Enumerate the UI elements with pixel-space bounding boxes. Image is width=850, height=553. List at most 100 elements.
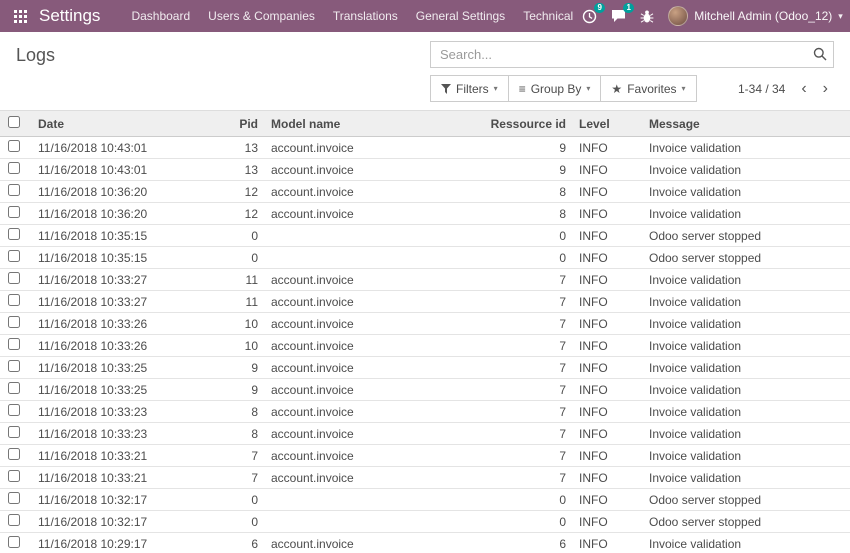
row-checkbox-cell[interactable] bbox=[0, 203, 28, 225]
cell-ressource-id: 7 bbox=[438, 269, 570, 291]
column-header-model-name[interactable]: Model name bbox=[262, 111, 438, 137]
row-checkbox-cell[interactable] bbox=[0, 357, 28, 379]
row-checkbox[interactable] bbox=[8, 382, 20, 394]
row-checkbox[interactable] bbox=[8, 184, 20, 196]
row-checkbox-cell[interactable] bbox=[0, 137, 28, 159]
row-checkbox-cell[interactable] bbox=[0, 445, 28, 467]
table-row[interactable]: 11/16/2018 10:35:1500INFOOdoo server sto… bbox=[0, 225, 850, 247]
table-row[interactable]: 11/16/2018 10:33:2610account.invoice7INF… bbox=[0, 335, 850, 357]
cell-message: Invoice validation bbox=[640, 445, 850, 467]
row-checkbox[interactable] bbox=[8, 448, 20, 460]
cell-message: Invoice validation bbox=[640, 335, 850, 357]
pager-previous-button[interactable]: ‹ bbox=[795, 81, 812, 97]
column-header-pid[interactable]: Pid bbox=[220, 111, 262, 137]
row-checkbox[interactable] bbox=[8, 536, 20, 548]
table-row[interactable]: 11/16/2018 10:33:2711account.invoice7INF… bbox=[0, 291, 850, 313]
select-all-checkbox[interactable] bbox=[8, 116, 20, 128]
row-checkbox[interactable] bbox=[8, 470, 20, 482]
table-row[interactable]: 11/16/2018 10:33:2711account.invoice7INF… bbox=[0, 269, 850, 291]
select-all-cell[interactable] bbox=[0, 111, 28, 137]
row-checkbox[interactable] bbox=[8, 228, 20, 240]
table-row[interactable]: 11/16/2018 10:36:2012account.invoice8INF… bbox=[0, 181, 850, 203]
row-checkbox[interactable] bbox=[8, 492, 20, 504]
table-row[interactable]: 11/16/2018 10:29:176account.invoice6INFO… bbox=[0, 533, 850, 553]
menu-general-settings[interactable]: General Settings bbox=[407, 9, 514, 23]
cell-model-name bbox=[262, 489, 438, 511]
row-checkbox[interactable] bbox=[8, 316, 20, 328]
row-checkbox-cell[interactable] bbox=[0, 401, 28, 423]
menu-dashboard[interactable]: Dashboard bbox=[122, 9, 199, 23]
row-checkbox-cell[interactable] bbox=[0, 379, 28, 401]
cell-pid: 11 bbox=[220, 291, 262, 313]
row-checkbox-cell[interactable] bbox=[0, 467, 28, 489]
row-checkbox-cell[interactable] bbox=[0, 225, 28, 247]
table-row[interactable]: 11/16/2018 10:33:2610account.invoice7INF… bbox=[0, 313, 850, 335]
cell-level: INFO bbox=[570, 357, 640, 379]
user-menu[interactable]: Mitchell Admin (Odoo_12) ▾ bbox=[668, 6, 843, 26]
cell-level: INFO bbox=[570, 445, 640, 467]
table-row[interactable]: 11/16/2018 10:43:0113account.invoice9INF… bbox=[0, 137, 850, 159]
cell-date: 11/16/2018 10:33:25 bbox=[28, 357, 220, 379]
row-checkbox[interactable] bbox=[8, 294, 20, 306]
row-checkbox-cell[interactable] bbox=[0, 159, 28, 181]
row-checkbox-cell[interactable] bbox=[0, 489, 28, 511]
row-checkbox-cell[interactable] bbox=[0, 511, 28, 533]
table-row[interactable]: 11/16/2018 10:43:0113account.invoice9INF… bbox=[0, 159, 850, 181]
row-checkbox-cell[interactable] bbox=[0, 533, 28, 553]
table-row[interactable]: 11/16/2018 10:32:1700INFOOdoo server sto… bbox=[0, 511, 850, 533]
search-input[interactable] bbox=[430, 41, 834, 68]
row-checkbox[interactable] bbox=[8, 272, 20, 284]
menu-translations[interactable]: Translations bbox=[324, 9, 407, 23]
row-checkbox[interactable] bbox=[8, 514, 20, 526]
row-checkbox[interactable] bbox=[8, 360, 20, 372]
app-name[interactable]: Settings bbox=[39, 6, 100, 26]
cell-pid: 12 bbox=[220, 203, 262, 225]
row-checkbox[interactable] bbox=[8, 140, 20, 152]
row-checkbox[interactable] bbox=[8, 162, 20, 174]
cell-date: 11/16/2018 10:33:26 bbox=[28, 335, 220, 357]
table-row[interactable]: 11/16/2018 10:32:1700INFOOdoo server sto… bbox=[0, 489, 850, 511]
activity-clock-icon[interactable]: 9 bbox=[582, 9, 597, 24]
filters-button[interactable]: Filters ▾ bbox=[430, 75, 509, 102]
group-by-button[interactable]: ≡ Group By ▾ bbox=[508, 75, 602, 102]
row-checkbox[interactable] bbox=[8, 404, 20, 416]
row-checkbox-cell[interactable] bbox=[0, 335, 28, 357]
table-row[interactable]: 11/16/2018 10:33:238account.invoice7INFO… bbox=[0, 423, 850, 445]
apps-grid-icon[interactable] bbox=[14, 10, 27, 23]
cell-model-name: account.invoice bbox=[262, 423, 438, 445]
menu-users-companies[interactable]: Users & Companies bbox=[199, 9, 324, 23]
column-header-level[interactable]: Level bbox=[570, 111, 640, 137]
column-header-ressource-id[interactable]: Ressource id bbox=[438, 111, 570, 137]
row-checkbox[interactable] bbox=[8, 206, 20, 218]
messages-badge: 1 bbox=[623, 3, 634, 13]
table-row[interactable]: 11/16/2018 10:33:217account.invoice7INFO… bbox=[0, 445, 850, 467]
menu-technical[interactable]: Technical bbox=[514, 9, 582, 23]
row-checkbox[interactable] bbox=[8, 338, 20, 350]
messages-icon[interactable]: 1 bbox=[611, 9, 626, 23]
row-checkbox-cell[interactable] bbox=[0, 423, 28, 445]
column-header-date[interactable]: Date bbox=[28, 111, 220, 137]
row-checkbox-cell[interactable] bbox=[0, 313, 28, 335]
table-row[interactable]: 11/16/2018 10:36:2012account.invoice8INF… bbox=[0, 203, 850, 225]
row-checkbox[interactable] bbox=[8, 426, 20, 438]
table-row[interactable]: 11/16/2018 10:33:238account.invoice7INFO… bbox=[0, 401, 850, 423]
cell-ressource-id: 9 bbox=[438, 137, 570, 159]
table-row[interactable]: 11/16/2018 10:33:259account.invoice7INFO… bbox=[0, 357, 850, 379]
favorites-button[interactable]: ★ Favorites ▾ bbox=[600, 75, 696, 102]
table-row[interactable]: 11/16/2018 10:33:217account.invoice7INFO… bbox=[0, 467, 850, 489]
cell-model-name bbox=[262, 511, 438, 533]
table-row[interactable]: 11/16/2018 10:33:259account.invoice7INFO… bbox=[0, 379, 850, 401]
row-checkbox[interactable] bbox=[8, 250, 20, 262]
row-checkbox-cell[interactable] bbox=[0, 247, 28, 269]
control-panel-right: Filters ▾ ≡ Group By ▾ ★ Favorites ▾ 1-3… bbox=[430, 41, 834, 102]
bug-icon[interactable] bbox=[640, 9, 654, 24]
table-row[interactable]: 11/16/2018 10:35:1500INFOOdoo server sto… bbox=[0, 247, 850, 269]
row-checkbox-cell[interactable] bbox=[0, 181, 28, 203]
pager-next-button[interactable]: › bbox=[817, 81, 834, 97]
column-header-message[interactable]: Message bbox=[640, 111, 850, 137]
row-checkbox-cell[interactable] bbox=[0, 291, 28, 313]
search-icon[interactable] bbox=[813, 47, 827, 64]
cell-model-name: account.invoice bbox=[262, 137, 438, 159]
cell-model-name: account.invoice bbox=[262, 203, 438, 225]
row-checkbox-cell[interactable] bbox=[0, 269, 28, 291]
